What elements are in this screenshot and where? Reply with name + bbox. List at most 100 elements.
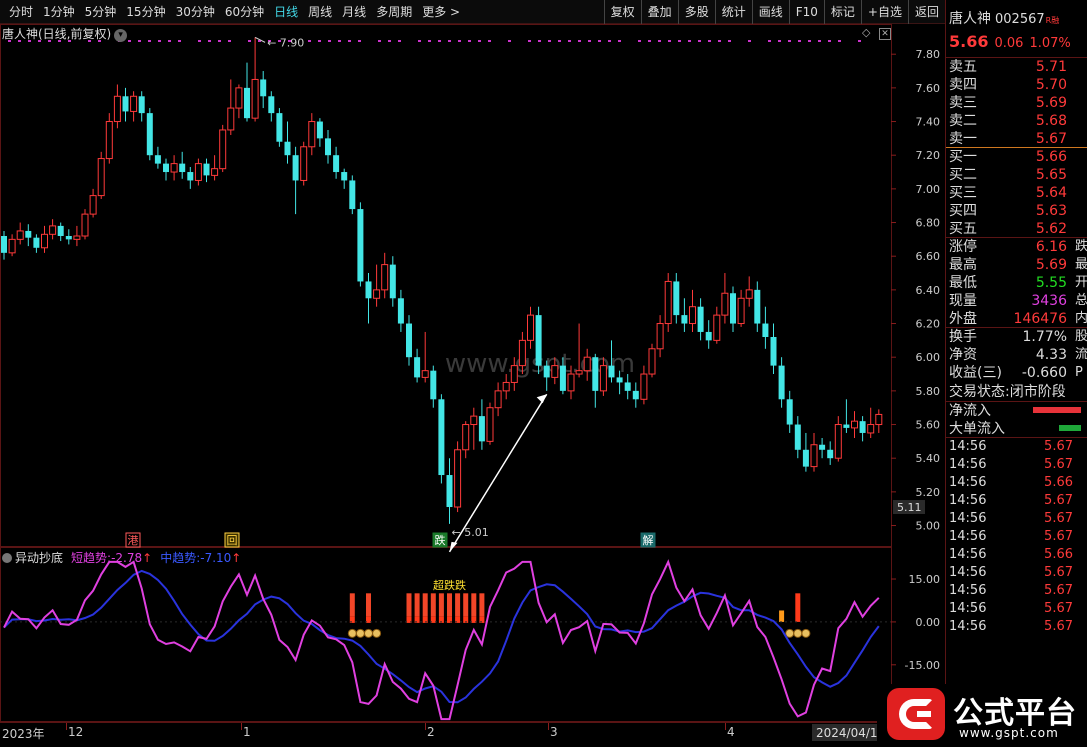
- signal-dot: [678, 40, 681, 42]
- indicator-name[interactable]: 异动抄底: [15, 551, 63, 565]
- flow-row[interactable]: 净流入: [946, 402, 1087, 420]
- quote-row[interactable]: 卖一 5.67: [946, 130, 1087, 148]
- quote-row-extra: 总: [1075, 293, 1087, 308]
- candle-body-up: [454, 449, 462, 508]
- signal-dot: [318, 40, 321, 42]
- period-tab[interactable]: 更多 >: [417, 0, 465, 24]
- signal-bar: [414, 593, 420, 617]
- period-tab[interactable]: 日线: [269, 0, 303, 24]
- quote-row[interactable]: 卖四 5.70: [946, 76, 1087, 94]
- tick-row[interactable]: 14:56 5.67: [946, 528, 1087, 546]
- trade-state-value: 闭市阶段: [1009, 384, 1066, 400]
- quote-row[interactable]: 卖五 5.71: [946, 58, 1087, 76]
- signal-dot: [208, 40, 211, 42]
- close-icon[interactable]: ✕: [879, 28, 891, 40]
- tick-row[interactable]: 14:56 5.66: [946, 546, 1087, 564]
- tick-row[interactable]: 14:56 5.67: [946, 564, 1087, 582]
- quote-row[interactable]: 买三 5.64: [946, 184, 1087, 202]
- candle-body-up: [713, 314, 721, 341]
- quote-row-value: 5.62: [1035, 221, 1067, 237]
- flow-row[interactable]: 大单流入: [946, 420, 1087, 438]
- gear-icon[interactable]: [2, 553, 12, 563]
- period-tab[interactable]: 15分钟: [121, 0, 170, 24]
- quote-row[interactable]: 卖三 5.69: [946, 94, 1087, 112]
- period-tab[interactable]: 1分钟: [38, 0, 80, 24]
- quote-row[interactable]: 买二 5.65: [946, 166, 1087, 184]
- period-tab[interactable]: 30分钟: [171, 0, 220, 24]
- logo-mark-icon: [887, 688, 945, 740]
- candle-body-up: [470, 415, 478, 426]
- quote-row-value: 3436: [1031, 293, 1067, 309]
- quote-row[interactable]: 买五 5.62: [946, 220, 1087, 238]
- quote-row[interactable]: 买四 5.63: [946, 202, 1087, 220]
- quote-row[interactable]: 卖二 5.68: [946, 112, 1087, 130]
- signal-dot: [608, 40, 611, 42]
- price-line: 5.66 0.06 1.07%: [946, 32, 1087, 58]
- tool-button[interactable]: 返回: [907, 0, 945, 24]
- candle-body-up: [462, 424, 470, 451]
- event-marker-label: 解: [643, 533, 654, 547]
- quote-row-value: 5.70: [1035, 77, 1067, 93]
- signal-dot: [398, 40, 401, 42]
- chart-area[interactable]: www.gspt.com 超跌跌 7.807.607.407.207.006.8…: [0, 24, 945, 747]
- signal-dot: [488, 40, 491, 42]
- tick-row[interactable]: 14:56 5.67: [946, 492, 1087, 510]
- tick-price: 5.67: [1044, 511, 1073, 526]
- tool-button[interactable]: 统计: [714, 0, 752, 24]
- tool-button[interactable]: 叠加: [640, 0, 678, 24]
- quote-row[interactable]: 最低 5.55 开: [946, 274, 1087, 292]
- signal-dot: [808, 40, 811, 42]
- period-tab[interactable]: 周线: [303, 0, 337, 24]
- tool-button[interactable]: 画线: [751, 0, 789, 24]
- short-trend-label: 短趋势:: [71, 551, 112, 565]
- tick-row[interactable]: 14:56 5.67: [946, 456, 1087, 474]
- period-tab[interactable]: 多周期: [371, 0, 417, 24]
- period-tab[interactable]: 月线: [337, 0, 371, 24]
- quote-row[interactable]: 买一 5.66: [946, 148, 1087, 166]
- chevron-down-icon[interactable]: ▾: [114, 29, 128, 42]
- quote-row[interactable]: 最高 5.69 最: [946, 256, 1087, 274]
- candle-body-up: [41, 233, 48, 249]
- tick-row[interactable]: 14:56 5.67: [946, 582, 1087, 600]
- candle-body-up: [300, 146, 308, 181]
- period-tabs: 分时 1分钟 5分钟 15分钟 30分钟 60分钟 日线 周线 月线 多周期 更多 >: [0, 0, 465, 23]
- tick-row[interactable]: 14:56 5.67: [946, 438, 1087, 456]
- quote-row-label: 现量: [949, 293, 977, 309]
- signal-dot: [458, 40, 461, 42]
- candle-body-down: [819, 444, 826, 450]
- indicator-tick-label: 0.00: [916, 616, 941, 629]
- quote-row-label: 买一: [949, 149, 977, 165]
- quote-row[interactable]: 换手 1.77% 股: [946, 328, 1087, 346]
- tick-row[interactable]: 14:56 5.67: [946, 618, 1087, 636]
- candle-body-down: [122, 96, 129, 112]
- quote-row-value: 1.77%: [1022, 329, 1067, 345]
- quote-row[interactable]: 净资 4.33 流: [946, 346, 1087, 364]
- diamond-icon[interactable]: ◇: [862, 26, 870, 39]
- candle-body-up: [737, 297, 745, 325]
- candle-body-down: [357, 209, 364, 282]
- tool-button[interactable]: 复权: [603, 0, 641, 24]
- tick-list[interactable]: 14:56 5.67 14:56 5.67 14:56 5.66 14:56 5.67 14:5…: [946, 438, 1087, 636]
- tick-row[interactable]: 14:56 5.66: [946, 474, 1087, 492]
- signal-bar: [795, 593, 801, 622]
- signal-bar: [422, 593, 428, 617]
- tool-button[interactable]: 多股: [677, 0, 715, 24]
- tick-row[interactable]: 14:56 5.67: [946, 510, 1087, 528]
- tool-button[interactable]: F10: [788, 0, 824, 24]
- quote-row[interactable]: 现量 3436 总: [946, 292, 1087, 310]
- period-tab[interactable]: 60分钟: [220, 0, 269, 24]
- period-tab[interactable]: 5分钟: [80, 0, 122, 24]
- candle-body-down: [624, 382, 631, 391]
- quote-row[interactable]: 涨停 6.16 跌: [946, 238, 1087, 256]
- tick-row[interactable]: 14:56 5.67: [946, 600, 1087, 618]
- quote-row[interactable]: 外盘 146476 内: [946, 310, 1087, 328]
- kline-chart[interactable]: www.gspt.com 超跌跌 7.807.607.407.207.006.8…: [0, 24, 945, 747]
- tool-button[interactable]: 标记: [823, 0, 861, 24]
- candle-body-down: [341, 172, 348, 181]
- candle-body-up: [73, 235, 81, 240]
- quote-row-value: 146476: [1013, 311, 1067, 327]
- quote-row[interactable]: 收益(三) -0.660 P: [946, 364, 1087, 382]
- period-tab[interactable]: 分时: [4, 0, 38, 24]
- tool-button[interactable]: +自选: [860, 0, 908, 24]
- quote-row-label: 收益(三): [949, 365, 1002, 381]
